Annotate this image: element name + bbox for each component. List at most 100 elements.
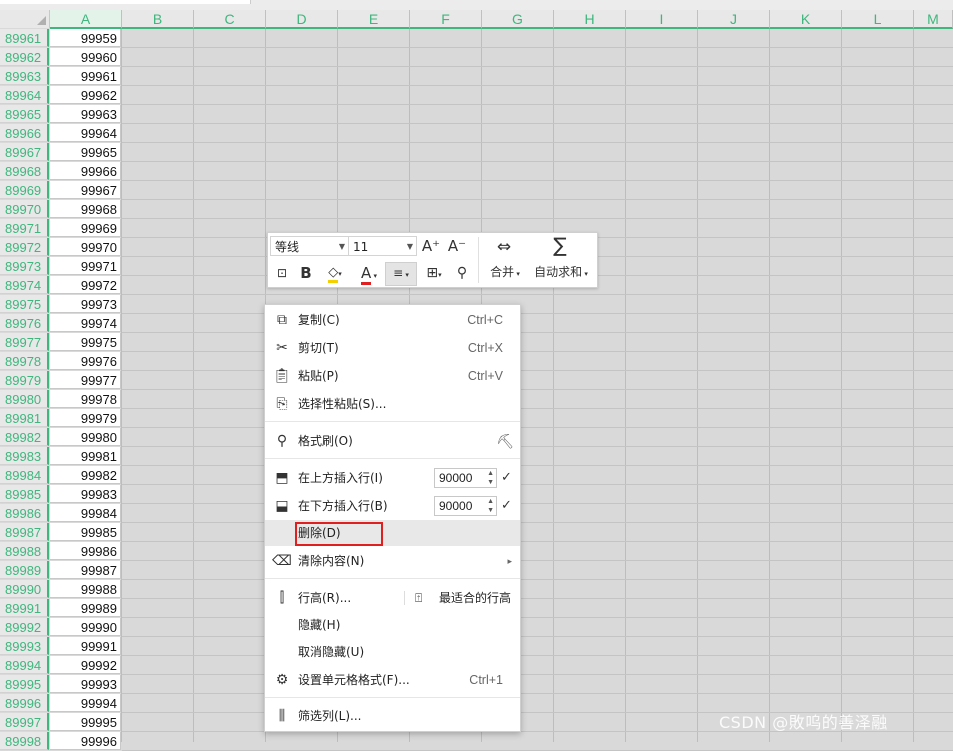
menu-item-clear-contents[interactable]: ⌫ 清除内容(N) ▸ — [265, 548, 520, 574]
increase-font-button[interactable]: A⁺ — [420, 236, 442, 256]
bold-button[interactable]: B — [296, 263, 316, 283]
cell-a[interactable]: 99964 — [50, 124, 121, 142]
border-button[interactable]: ⊞▾ — [419, 263, 449, 285]
merge-icon[interactable]: ⇔ — [490, 237, 518, 257]
menu-item-paste-special[interactable]: ⎘ 选择性粘贴(S)... — [265, 391, 520, 417]
fill-color-button[interactable]: ◇▾ — [320, 263, 350, 284]
row-header[interactable]: 89980 — [0, 390, 49, 408]
merge-button[interactable]: 合并 ▾ — [485, 262, 525, 284]
stepper-arrows-icon[interactable]: ▲ ▼ — [487, 469, 494, 487]
cell-a[interactable]: 99980 — [50, 428, 121, 446]
insert-above-count-stepper[interactable]: 90000 ▲ ▼ — [434, 468, 497, 488]
row-header[interactable]: 89986 — [0, 504, 49, 522]
column-header-e[interactable]: E — [338, 10, 410, 29]
cell-a[interactable]: 99990 — [50, 618, 121, 636]
row-header[interactable]: 89967 — [0, 143, 49, 161]
cell-a[interactable]: 99994 — [50, 694, 121, 712]
cell-a[interactable]: 99993 — [50, 675, 121, 693]
row-header[interactable]: 89979 — [0, 371, 49, 389]
cell-a[interactable]: 99996 — [50, 732, 121, 750]
row-header[interactable]: 89983 — [0, 447, 49, 465]
column-header-f[interactable]: F — [410, 10, 482, 29]
row-header[interactable]: 89977 — [0, 333, 49, 351]
format-painter-pin-icon[interactable]: ⛏︎ — [496, 428, 514, 454]
column-header-d[interactable]: D — [266, 10, 338, 29]
row-header[interactable]: 89993 — [0, 637, 49, 655]
row-header[interactable]: 89984 — [0, 466, 49, 484]
cell-a[interactable]: 99983 — [50, 485, 121, 503]
row-header[interactable]: 89990 — [0, 580, 49, 598]
cell-a[interactable]: 99976 — [50, 352, 121, 370]
row-header[interactable]: 89963 — [0, 67, 49, 85]
menu-item-row-height[interactable]: ⫿ 行高(R)... ⍐ 最适合的行高 — [265, 585, 520, 611]
row-header[interactable]: 89961 — [0, 29, 49, 47]
column-header-a[interactable]: A — [50, 10, 122, 29]
sigma-icon[interactable]: ∑ — [548, 235, 572, 255]
row-header[interactable]: 89985 — [0, 485, 49, 503]
row-header[interactable]: 89974 — [0, 276, 49, 294]
font-name-select[interactable]: 等线 ▼ — [270, 236, 349, 256]
cell-a[interactable]: 99978 — [50, 390, 121, 408]
stepper-arrows-icon[interactable]: ▲ ▼ — [487, 497, 494, 515]
cell-a[interactable]: 99985 — [50, 523, 121, 541]
cell-a[interactable]: 99961 — [50, 67, 121, 85]
row-header[interactable]: 89968 — [0, 162, 49, 180]
cell-a[interactable]: 99987 — [50, 561, 121, 579]
row-header[interactable]: 89976 — [0, 314, 49, 332]
align-button[interactable]: ≡ ▾ — [385, 262, 417, 286]
row-header[interactable]: 89964 — [0, 86, 49, 104]
column-header-m[interactable]: M — [914, 10, 953, 29]
menu-item-filter-column[interactable]: ⫼ 筛选列(L)... — [265, 703, 520, 729]
cell-a[interactable]: 99968 — [50, 200, 121, 218]
cell-a[interactable]: 99992 — [50, 656, 121, 674]
row-header[interactable]: 89996 — [0, 694, 49, 712]
row-header[interactable]: 89966 — [0, 124, 49, 142]
cell-a[interactable]: 99960 — [50, 48, 121, 66]
menu-item-format-cells[interactable]: ⚙ 设置单元格格式(F)... Ctrl+1 — [265, 667, 520, 693]
cell-a[interactable]: 99971 — [50, 257, 121, 275]
cell-a[interactable]: 99991 — [50, 637, 121, 655]
cell-a[interactable]: 99970 — [50, 238, 121, 256]
row-header[interactable]: 89970 — [0, 200, 49, 218]
row-header[interactable]: 89982 — [0, 428, 49, 446]
row-header[interactable]: 89981 — [0, 409, 49, 427]
row-header[interactable]: 89998 — [0, 732, 49, 750]
autosum-button[interactable]: 自动求和 ▾ — [529, 262, 593, 284]
menu-item-unhide[interactable]: 取消隐藏(U) — [265, 639, 520, 665]
cell-style-icon[interactable]: ⊡ — [271, 263, 293, 283]
row-header[interactable]: 89962 — [0, 48, 49, 66]
cell-a[interactable]: 99977 — [50, 371, 121, 389]
menu-item-cut[interactable]: ✂ 剪切(T) Ctrl+X — [265, 335, 520, 361]
row-header[interactable]: 89995 — [0, 675, 49, 693]
cell-a[interactable]: 99959 — [50, 29, 121, 47]
select-all-corner[interactable] — [0, 10, 50, 28]
menu-item-hide[interactable]: 隐藏(H) — [265, 612, 520, 638]
row-header[interactable]: 89973 — [0, 257, 49, 275]
column-header-i[interactable]: I — [626, 10, 698, 29]
menu-item-paste[interactable]: 📋︎ 粘贴(P) Ctrl+V — [265, 363, 520, 389]
column-header-j[interactable]: J — [698, 10, 770, 29]
menu-item-copy[interactable]: ⧉ 复制(C) Ctrl+C — [265, 307, 520, 333]
cell-a[interactable]: 99969 — [50, 219, 121, 237]
row-header[interactable]: 89992 — [0, 618, 49, 636]
insert-below-count-stepper[interactable]: 90000 ▲ ▼ — [434, 496, 497, 516]
row-header[interactable]: 89965 — [0, 105, 49, 123]
row-header[interactable]: 89994 — [0, 656, 49, 674]
column-header-g[interactable]: G — [482, 10, 554, 29]
row-header[interactable]: 89991 — [0, 599, 49, 617]
row-header[interactable]: 89971 — [0, 219, 49, 237]
column-header-k[interactable]: K — [770, 10, 842, 29]
confirm-check-icon[interactable]: ✓ — [501, 465, 512, 491]
menu-item-delete[interactable]: 删除(D) — [265, 520, 520, 546]
confirm-check-icon[interactable]: ✓ — [501, 493, 512, 519]
cell-a[interactable]: 99963 — [50, 105, 121, 123]
row-header[interactable]: 89989 — [0, 561, 49, 579]
decrease-font-button[interactable]: A⁻ — [446, 236, 468, 256]
font-color-button[interactable]: A ▾ — [354, 263, 384, 286]
menu-item-format-painter[interactable]: ⚲ 格式刷(O) ⛏︎ — [265, 428, 520, 454]
row-header[interactable]: 89997 — [0, 713, 49, 731]
column-header-h[interactable]: H — [554, 10, 626, 29]
column-header-c[interactable]: C — [194, 10, 266, 29]
menu-item-insert-below[interactable]: ⬓ 在下方插入行(B) 90000 ▲ ▼ ✓ — [265, 493, 520, 519]
row-header[interactable]: 89975 — [0, 295, 49, 313]
